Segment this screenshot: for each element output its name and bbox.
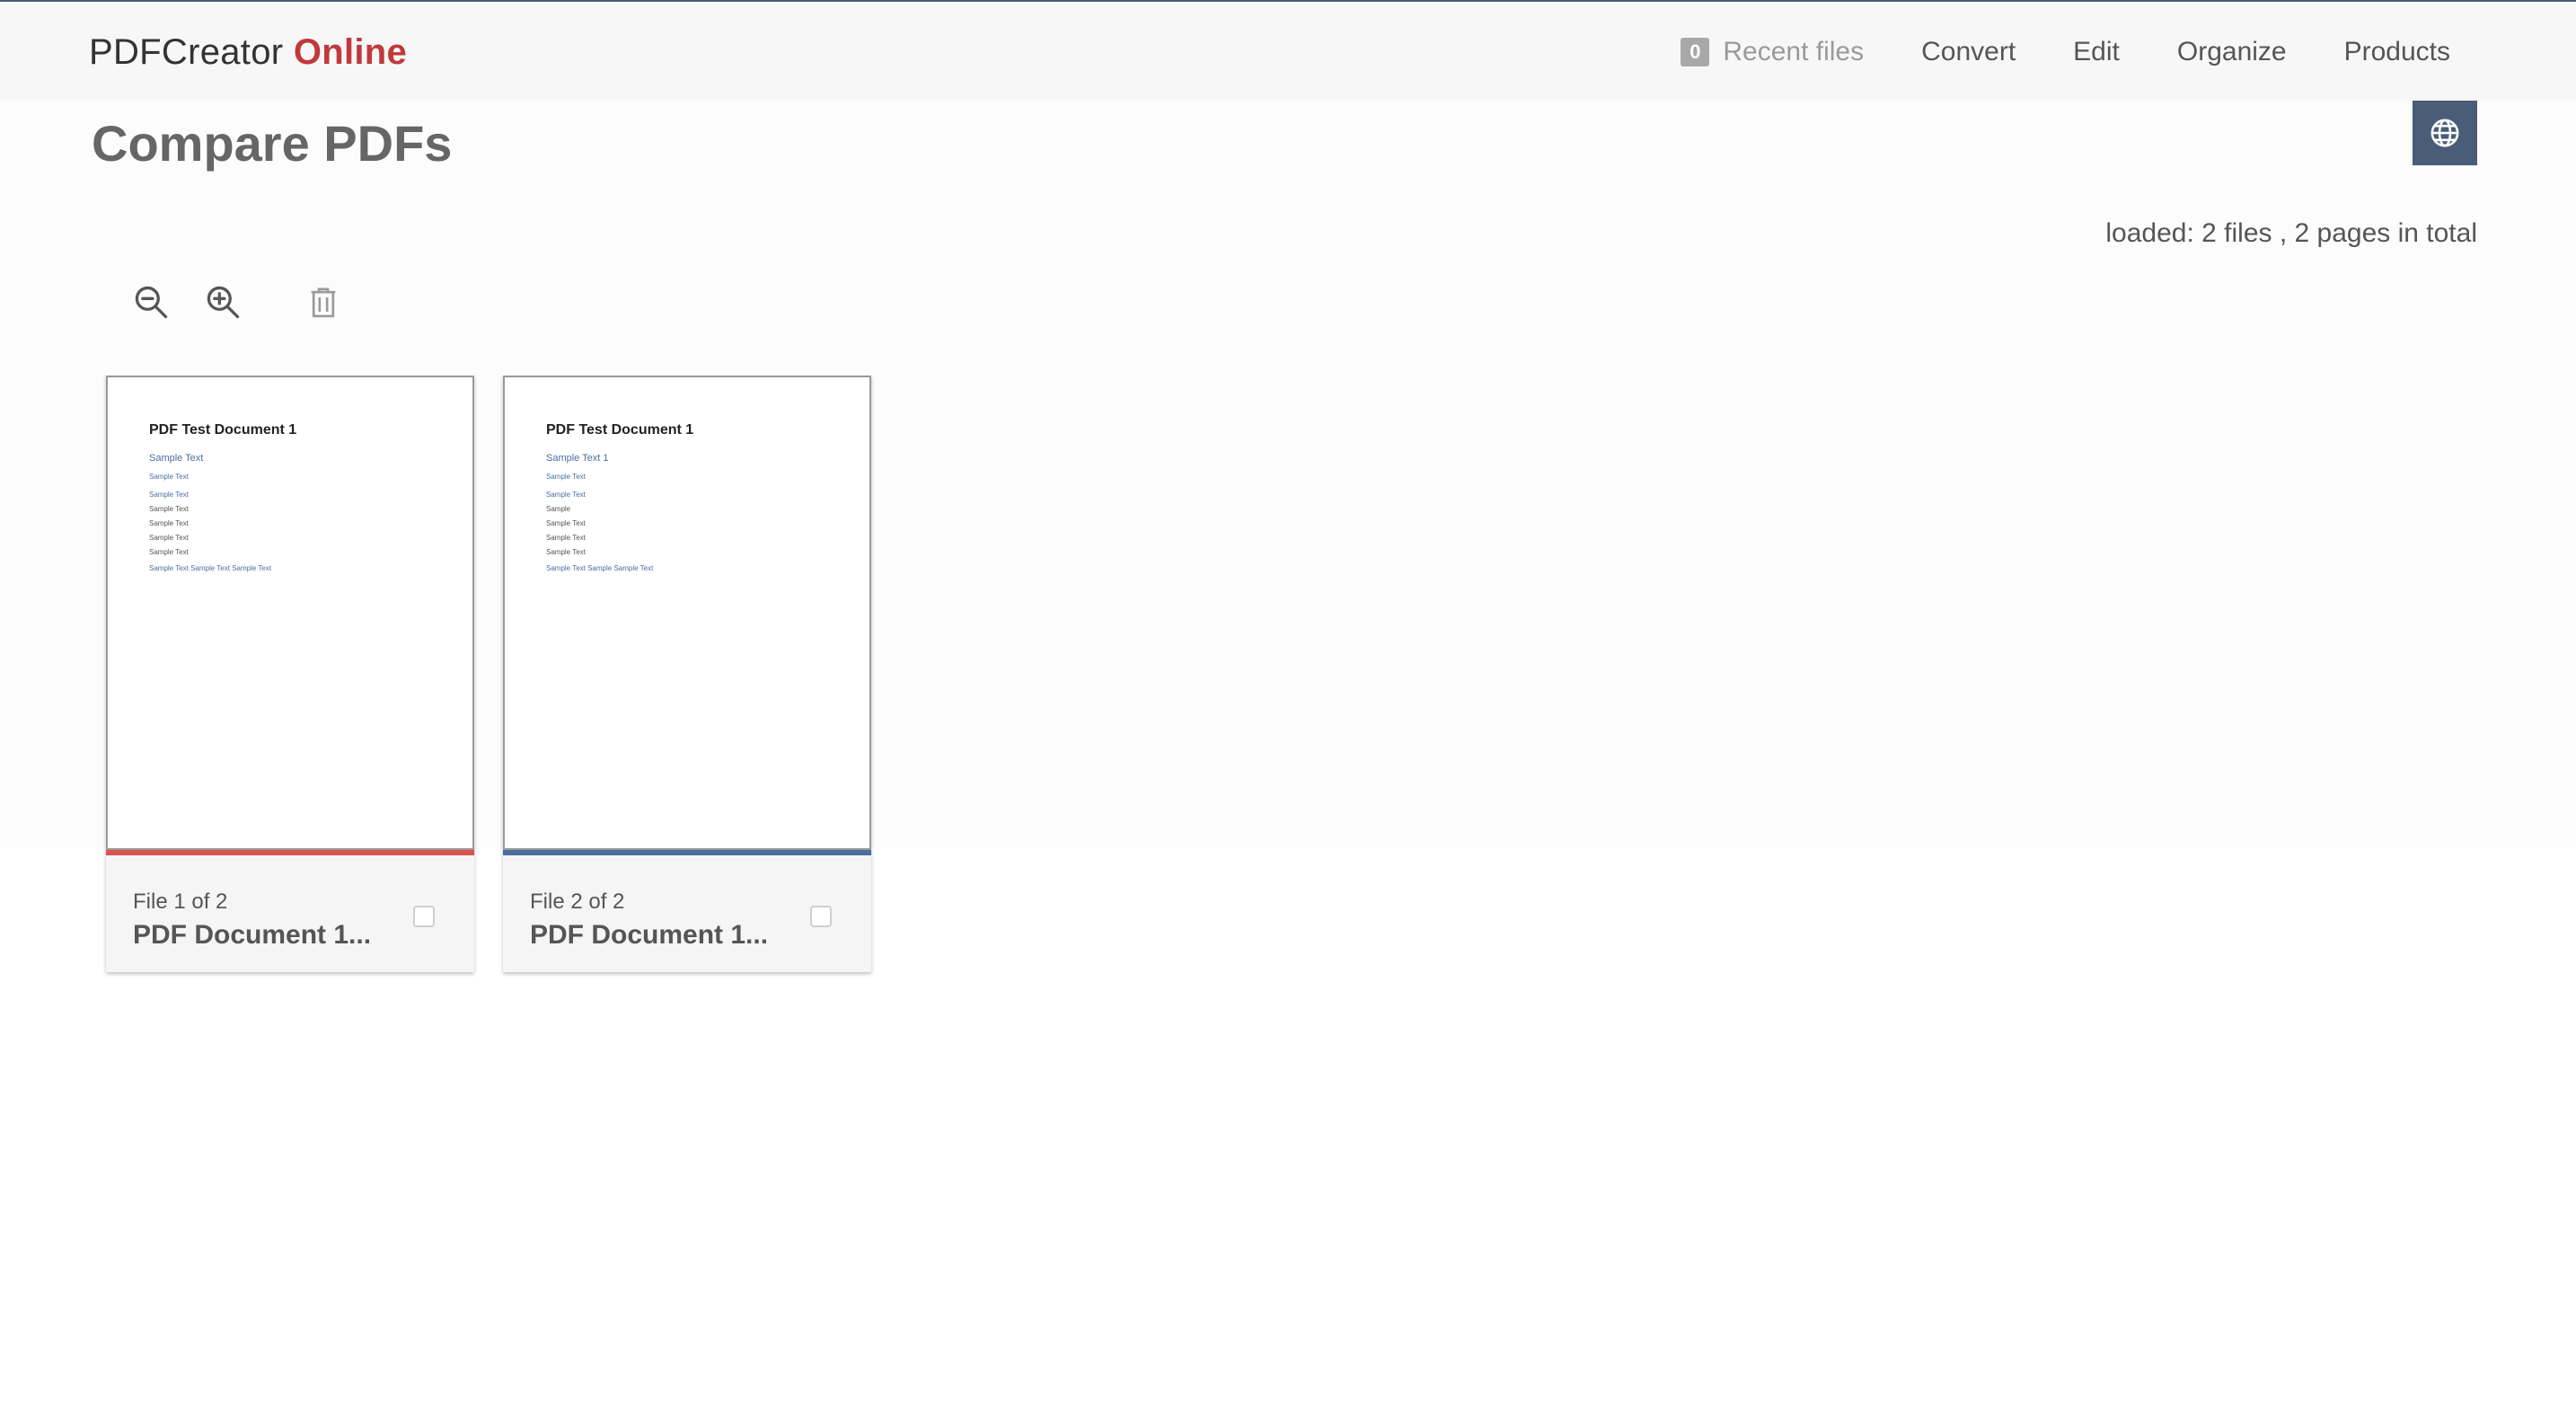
file-name: PDF Document 1... xyxy=(133,920,371,951)
page-title: Compare PDFs xyxy=(92,113,452,174)
preview-line: Sample Text xyxy=(149,548,189,556)
nav-menu: 0 Recent files Convert Edit Organize Pro… xyxy=(1681,27,2450,77)
language-button[interactable] xyxy=(2413,101,2477,165)
preview-line: Sample Text Sample Text Sample Text xyxy=(149,564,271,572)
preview-line: Sample Text xyxy=(149,519,189,527)
file-card-footer: File 1 of 2 PDF Document 1... xyxy=(106,855,474,972)
preview-line: Sample Text xyxy=(149,491,189,499)
file-select-checkbox[interactable] xyxy=(413,906,435,927)
page-thumbnail[interactable]: PDF Test Document 1 Sample Text 1 Sample… xyxy=(503,376,871,850)
nav-edit[interactable]: Edit xyxy=(2073,37,2120,67)
preview-title: PDF Test Document 1 xyxy=(546,422,693,438)
preview-line: Sample Text xyxy=(149,534,189,542)
top-navbar: PDFCreator Online 0 Recent files Convert… xyxy=(0,2,2576,101)
preview-line: Sample Text xyxy=(546,491,586,499)
file-select-checkbox[interactable] xyxy=(810,906,832,927)
nav-convert[interactable]: Convert xyxy=(1921,37,2016,67)
delete-button[interactable] xyxy=(298,277,348,327)
preview-title: PDF Test Document 1 xyxy=(149,422,296,438)
preview-subtitle: Sample Text xyxy=(149,453,203,464)
zoom-out-button[interactable] xyxy=(126,277,176,327)
preview-line: Sample Text xyxy=(546,534,586,542)
logo[interactable]: PDFCreator Online xyxy=(89,29,407,75)
logo-accent: Online xyxy=(294,32,407,72)
preview-subtitle: Sample Text 1 xyxy=(546,453,609,464)
zoom-in-button[interactable] xyxy=(198,277,248,327)
preview-line: Sample xyxy=(546,505,570,513)
preview-line: Sample Text xyxy=(546,519,586,527)
load-status: loaded: 2 files , 2 pages in total xyxy=(2105,218,2477,249)
zoom-in-icon xyxy=(203,282,243,322)
preview-line: Sample Text xyxy=(149,505,189,513)
recent-files-link[interactable]: 0 Recent files xyxy=(1681,37,1864,67)
file-card-footer: File 2 of 2 PDF Document 1... xyxy=(503,855,871,972)
zoom-out-icon xyxy=(131,282,171,322)
file-card-2[interactable]: PDF Test Document 1 Sample Text 1 Sample… xyxy=(503,376,871,972)
file-count-label: File 1 of 2 xyxy=(133,889,227,915)
recent-files-count-badge: 0 xyxy=(1681,38,1709,66)
file-name: PDF Document 1... xyxy=(530,920,768,951)
preview-line: Sample Text xyxy=(149,473,189,481)
recent-files-label: Recent files xyxy=(1723,37,1864,67)
nav-organize[interactable]: Organize xyxy=(2177,37,2287,67)
file-count-label: File 2 of 2 xyxy=(530,889,624,915)
page-thumbnail[interactable]: PDF Test Document 1 Sample Text Sample T… xyxy=(106,376,474,850)
preview-line: Sample Text xyxy=(546,548,586,556)
preview-line: Sample Text Sample Sample Text xyxy=(546,564,653,572)
globe-icon xyxy=(2430,118,2460,148)
logo-main: PDFCreator xyxy=(89,32,283,72)
nav-products[interactable]: Products xyxy=(2344,37,2450,67)
file-card-1[interactable]: PDF Test Document 1 Sample Text Sample T… xyxy=(106,376,474,972)
preview-line: Sample Text xyxy=(546,473,586,481)
trash-icon xyxy=(305,282,341,322)
